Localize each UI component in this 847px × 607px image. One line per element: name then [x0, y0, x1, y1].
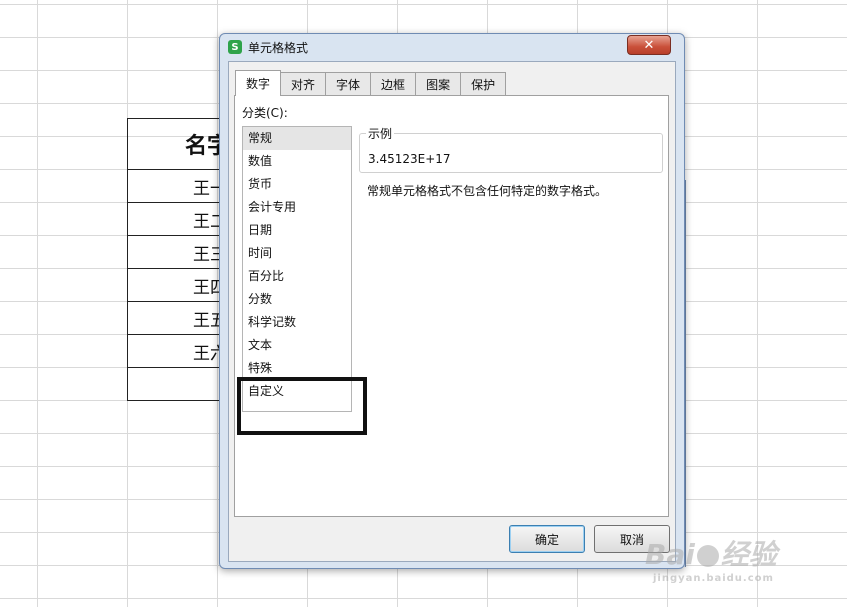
sample-value: 3.45123E+17 — [368, 152, 451, 166]
category-label: 分类(C): — [242, 106, 288, 120]
tab-protection[interactable]: 保护 — [460, 72, 507, 95]
category-list[interactable]: 常规 数值 货币 会计专用 日期 时间 百分比 分数 科学记数 文本 特殊 自定… — [237, 126, 367, 435]
tab-font[interactable]: 字体 — [325, 72, 372, 95]
category-item-currency[interactable]: 货币 — [243, 173, 351, 196]
tab-border[interactable]: 边框 — [370, 72, 417, 95]
tab-pattern[interactable]: 图案 — [415, 72, 462, 95]
category-item-accounting[interactable]: 会计专用 — [243, 196, 351, 219]
category-item-percentage[interactable]: 百分比 — [243, 265, 351, 288]
watermark-url: jingyan.baidu.com — [653, 573, 774, 584]
number-tab-panel: 分类(C): 常规 数值 货币 会计专用 日期 时间 百分比 分数 科学记数 文… — [234, 95, 669, 517]
category-item-time[interactable]: 时间 — [243, 242, 351, 265]
watermark-brand: Bai 经验 — [645, 533, 777, 573]
category-item-scientific[interactable]: 科学记数 — [243, 311, 351, 334]
wps-sheet-icon: S — [228, 40, 242, 54]
close-icon: ✕ — [643, 37, 655, 53]
category-item-text[interactable]: 文本 — [243, 334, 351, 357]
tab-number[interactable]: 数字 — [235, 70, 282, 96]
category-item-general[interactable]: 常规 — [243, 127, 351, 150]
dialog-titlebar[interactable]: S 单元格格式 ✕ — [220, 34, 684, 60]
paw-icon — [696, 545, 719, 567]
watermark-brand-right: 经验 — [720, 538, 777, 571]
baidu-jingyan-watermark: Bai 经验 jingyan.baidu.com — [645, 533, 825, 593]
format-description: 常规单元格格式不包含任何特定的数字格式。 — [367, 184, 608, 198]
category-item-special[interactable]: 特殊 — [243, 357, 351, 380]
format-cells-dialog: S 单元格格式 ✕ 数字 对齐 字体 边框 图案 保护 分类(C): 常规 数值… — [219, 33, 685, 569]
category-item-date[interactable]: 日期 — [243, 219, 351, 242]
close-button[interactable]: ✕ — [627, 35, 671, 55]
category-item-custom[interactable]: 自定义 — [243, 380, 351, 403]
category-item-number[interactable]: 数值 — [243, 150, 351, 173]
ok-button[interactable]: 确定 — [509, 525, 585, 553]
sample-group: 示例 3.45123E+17 — [359, 125, 663, 173]
watermark-brand-left: Bai — [645, 538, 695, 571]
category-item-fraction[interactable]: 分数 — [243, 288, 351, 311]
dialog-title: 单元格格式 — [248, 40, 309, 55]
sample-label: 示例 — [366, 125, 395, 142]
dialog-body: 数字 对齐 字体 边框 图案 保护 分类(C): 常规 数值 货币 会计专用 日… — [228, 61, 676, 562]
tab-alignment[interactable]: 对齐 — [280, 72, 327, 95]
tab-bar: 数字 对齐 字体 边框 图案 保护 — [235, 70, 507, 96]
